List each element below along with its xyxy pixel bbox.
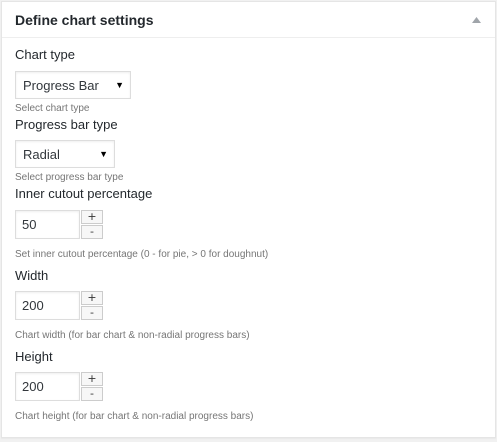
progress-bar-type-selected: Radial (23, 146, 60, 162)
progress-bar-type-description: Select progress bar type (15, 172, 124, 183)
width-label: Width (15, 268, 49, 283)
panel-body: Chart type Progress Bar ▼ Select chart t… (2, 38, 495, 423)
decrement-button[interactable]: - (81, 306, 103, 320)
progress-bar-type-label: Progress bar type (15, 117, 118, 132)
height-label: Height (15, 349, 53, 364)
height-step-buttons: + - (81, 372, 103, 401)
panel-title: Define chart settings (15, 11, 154, 28)
chart-type-description: Select chart type (15, 103, 90, 114)
progress-bar-type-select[interactable]: Radial ▼ (15, 140, 115, 168)
inner-cutout-step-buttons: + - (81, 210, 103, 239)
chart-type-selected: Progress Bar (23, 77, 99, 93)
chart-settings-panel: Define chart settings Chart type Progres… (1, 1, 496, 438)
inner-cutout-input[interactable] (15, 210, 80, 239)
caret-down-icon: ▼ (99, 148, 108, 159)
width-input[interactable] (15, 291, 80, 320)
triangle-up-icon[interactable] (471, 15, 481, 25)
height-stepper: + - (15, 372, 495, 401)
increment-button[interactable]: + (81, 372, 103, 386)
width-step-buttons: + - (81, 291, 103, 320)
chart-type-select[interactable]: Progress Bar ▼ (15, 71, 131, 99)
panel-header: Define chart settings (2, 2, 495, 38)
height-input[interactable] (15, 372, 80, 401)
width-stepper: + - (15, 291, 495, 320)
inner-cutout-label: Inner cutout percentage (15, 186, 153, 201)
caret-down-icon: ▼ (115, 79, 124, 90)
decrement-button[interactable]: - (81, 225, 103, 239)
height-description: Chart height (for bar chart & non-radial… (15, 411, 254, 422)
decrement-button[interactable]: - (81, 387, 103, 401)
width-description: Chart width (for bar chart & non-radial … (15, 330, 250, 341)
increment-button[interactable]: + (81, 210, 103, 224)
inner-cutout-stepper: + - (15, 210, 495, 239)
inner-cutout-description: Set inner cutout percentage (0 - for pie… (15, 249, 269, 260)
increment-button[interactable]: + (81, 291, 103, 305)
chart-type-label: Chart type (15, 47, 75, 62)
